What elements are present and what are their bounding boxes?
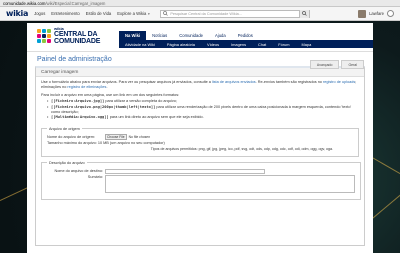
wiki-nav-noticias[interactable]: Notícias xyxy=(146,31,173,40)
global-nav-item-jogos[interactable]: Jogos xyxy=(34,11,45,16)
username[interactable]: Lawfare xyxy=(369,11,384,16)
global-nav-item-explore[interactable]: Explore a Wikia ▼ xyxy=(117,11,150,16)
subnav-atividade[interactable]: Atividade na Wiki xyxy=(119,42,161,47)
url-host: comunidade.wikia.com xyxy=(3,0,46,6)
wiki-logo-line2: CENTRAL DA xyxy=(54,31,98,38)
tab-avancado[interactable]: Avançado xyxy=(309,60,340,69)
subnav-forum[interactable]: Fórum xyxy=(272,42,295,47)
choose-file-button[interactable]: Choose File xyxy=(105,133,127,141)
source-file-fieldset: Arquivo de origem Nome do arquivo de ori… xyxy=(41,126,359,157)
subnav-chat[interactable]: Chat xyxy=(252,42,272,47)
chevron-down-icon: ▼ xyxy=(147,11,151,16)
file-description-legend: Descrição do arquivo xyxy=(49,160,85,165)
file-status: No file chosen xyxy=(128,134,151,139)
global-nav-item-estilo-de-vida[interactable]: Estilo de Vida xyxy=(86,11,112,16)
search-input[interactable]: Pesquisar Central da Comunidade Wikia... xyxy=(170,12,242,16)
uploaded-files-link[interactable]: lista de arquivos enviados xyxy=(212,80,256,84)
destination-name-label: Nome do arquivo de destino: xyxy=(54,169,103,174)
wikia-logo[interactable]: wikia xyxy=(6,9,28,18)
wiki-logo-line3: COMUNIDADE xyxy=(54,38,101,45)
source-file-label: Nome do arquivo de origem: xyxy=(47,134,95,139)
upload-log-link[interactable]: registro de uploads xyxy=(323,80,355,84)
upload-instructions: Use o formulário abaixo para enviar arqu… xyxy=(36,77,364,124)
content-area: Avançado Geral Carregar imagem Use o for… xyxy=(35,60,365,246)
browser-url-bar[interactable]: comunidade.wikia.com/wiki/Especial:Carre… xyxy=(0,0,400,7)
global-nav: wikia Jogos Entretenimento Estilo de Vid… xyxy=(0,7,400,21)
wiki-logo[interactable]: wikia CENTRAL DA COMUNIDADE xyxy=(37,27,100,45)
list-item: [[Multimédia:Arquivo.ogg]] para um link … xyxy=(47,115,359,121)
url-path: /wiki/Especial:Carregar_imagem xyxy=(45,0,106,6)
admin-dashboard-title[interactable]: Painel de administração xyxy=(37,56,112,63)
admin-tabs: Avançado Geral xyxy=(309,60,364,69)
search-icon xyxy=(161,11,170,17)
list-item: [[Ficheiro:Arquivo.png|200px|thumb|left|… xyxy=(47,105,359,116)
wiki-nav-na-wiki[interactable]: Na Wiki xyxy=(119,31,147,40)
destination-name-input[interactable] xyxy=(105,168,265,174)
file-description-fieldset: Descrição do arquivo Nome do arquivo de … xyxy=(41,160,361,200)
search-button[interactable] xyxy=(299,9,310,18)
allowed-types: Tipos de arquivos permitidos: png, gif, … xyxy=(150,146,333,151)
source-file-legend: Arquivo de origem xyxy=(49,126,80,131)
summary-textarea[interactable] xyxy=(105,174,355,193)
wiki-nav: Na Wiki Notícias Comunidade Ajuda Pedido… xyxy=(119,31,259,40)
wiki-nav-ajuda[interactable]: Ajuda xyxy=(209,31,232,40)
wiki-nav-comunidade[interactable]: Comunidade xyxy=(173,31,209,40)
wiki-nav-pedidos[interactable]: Pedidos xyxy=(232,31,259,40)
format-list: [[Ficheiro:Arquivo.jpg]] para utilizar a… xyxy=(47,99,359,121)
subnav-videos[interactable]: Vídeos xyxy=(201,42,225,47)
subnav-pagina-aleatoria[interactable]: Página aleatória xyxy=(161,42,201,47)
subnav-mapa[interactable]: Mapa xyxy=(296,42,318,47)
search-box[interactable]: Pesquisar Central da Comunidade Wikia... xyxy=(160,9,311,18)
summary-label: Sumário: xyxy=(87,174,103,179)
wiki-subnav: Atividade na Wiki Página aleatória Vídeo… xyxy=(119,40,373,48)
intro-paragraph: Use o formulário abaixo para enviar arqu… xyxy=(41,80,357,90)
notifications-icon[interactable] xyxy=(387,10,394,17)
format-intro: Para incluir o arquivo em uma página, us… xyxy=(41,92,180,97)
avatar[interactable] xyxy=(358,9,367,18)
tab-geral[interactable]: Geral xyxy=(341,60,364,69)
global-nav-item-entretenimento[interactable]: Entretenimento xyxy=(51,11,79,16)
deletion-log-link[interactable]: registro de eliminações xyxy=(67,85,106,89)
subnav-imagens[interactable]: Imagens xyxy=(225,42,252,47)
wiki-header: wikia CENTRAL DA COMUNIDADE Na Wiki Notí… xyxy=(27,23,373,52)
wiki-page: wikia CENTRAL DA COMUNIDADE Na Wiki Notí… xyxy=(27,23,373,253)
page-title: Carregar imagem xyxy=(36,68,364,77)
wiki-logo-icon xyxy=(37,29,51,43)
